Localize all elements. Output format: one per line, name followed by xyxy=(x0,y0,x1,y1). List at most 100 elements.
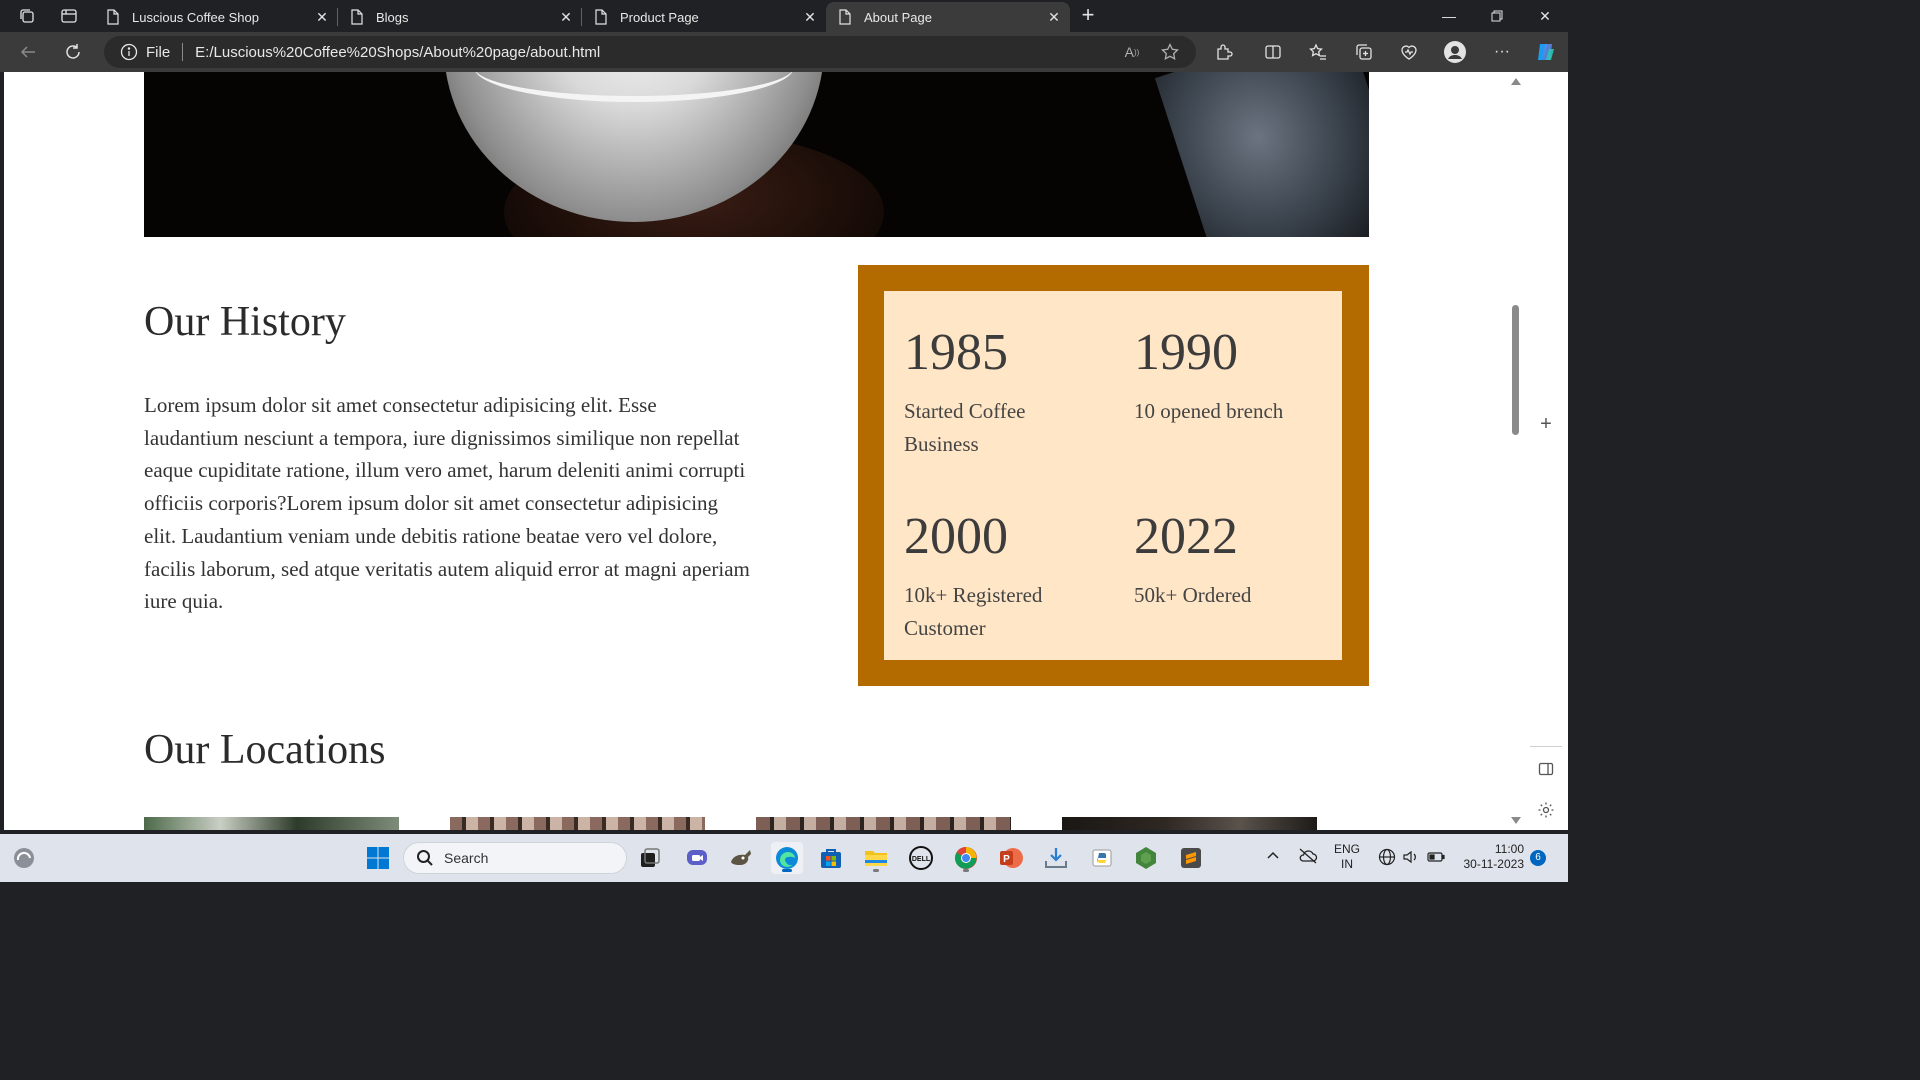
collections-icon[interactable] xyxy=(1352,40,1376,64)
downloads-installer-icon[interactable] xyxy=(1040,842,1072,874)
back-icon[interactable] xyxy=(16,40,40,64)
input-language[interactable]: ENG IN xyxy=(1334,842,1360,872)
settings-more-icon[interactable]: ··· xyxy=(1490,40,1514,64)
scroll-thumb[interactable] xyxy=(1512,305,1519,435)
clock-date: 30-11-2023 xyxy=(1463,857,1525,871)
stat-item: 2022 50k+ Ordered xyxy=(1134,507,1334,612)
address-bar[interactable]: File E:/Luscious%20Coffee%20Shops/About%… xyxy=(104,36,1196,68)
browser-essentials-icon[interactable] xyxy=(1397,40,1421,64)
hero-coffee-image xyxy=(144,72,1369,237)
stat-item: 2000 10k+ Registered Customer xyxy=(904,507,1104,644)
show-hidden-icons-chevron-up-icon[interactable] xyxy=(1266,848,1280,865)
active-indicator xyxy=(782,869,792,872)
url-text[interactable]: E:/Luscious%20Coffee%20Shops/About%20pag… xyxy=(195,44,1120,61)
new-tab-button[interactable]: + xyxy=(1076,4,1100,28)
add-sidebar-app-icon[interactable]: + xyxy=(1534,412,1558,436)
stat-year: 1990 xyxy=(1134,324,1238,381)
volume-speaker-icon[interactable] xyxy=(1402,848,1420,869)
location-image[interactable] xyxy=(144,817,399,830)
edge-browser-icon[interactable] xyxy=(771,842,803,874)
browser-toolbar: File E:/Luscious%20Coffee%20Shops/About%… xyxy=(0,32,1568,72)
copilot-icon[interactable] xyxy=(1534,40,1558,64)
gimp-icon[interactable] xyxy=(725,842,757,874)
close-tab-icon[interactable]: ✕ xyxy=(554,5,578,29)
powerpoint-icon[interactable]: P xyxy=(995,842,1027,874)
page-viewport: Our History Lorem ipsum dolor sit amet c… xyxy=(4,72,1524,830)
close-tab-icon[interactable]: ✕ xyxy=(798,5,822,29)
page-scrollbar[interactable] xyxy=(1508,72,1524,830)
clock[interactable]: 11:00 30-11-2023 xyxy=(1456,842,1525,872)
svg-text:DELL: DELL xyxy=(912,856,931,863)
hide-sidebar-icon[interactable] xyxy=(1534,757,1558,781)
teams-chat-icon[interactable] xyxy=(681,842,713,874)
widgets-icon[interactable] xyxy=(8,842,40,874)
running-indicator xyxy=(963,869,969,872)
info-icon[interactable] xyxy=(120,43,138,61)
battery-icon[interactable] xyxy=(1426,848,1446,869)
stat-label: Started Coffee Business xyxy=(904,399,1026,456)
history-paragraph: Lorem ipsum dolor sit amet consectetur a… xyxy=(144,393,750,614)
page-icon xyxy=(351,9,363,25)
clock-time: 11:00 xyxy=(1494,842,1524,856)
tab-strip: Luscious Coffee Shop ✕ Blogs ✕ Product P… xyxy=(0,0,1568,32)
tab-actions-icon[interactable] xyxy=(56,4,82,28)
page-icon xyxy=(107,9,119,25)
windows-taskbar: Search DELL P ENG IN 11:00 30-11-2023 6 xyxy=(0,834,1568,882)
notification-badge[interactable]: 6 xyxy=(1530,850,1546,866)
tab-blogs[interactable]: Blogs ✕ xyxy=(338,2,582,32)
scroll-up-arrow[interactable] xyxy=(1511,78,1521,85)
stat-label: 10k+ Registered Customer xyxy=(904,583,1043,640)
language-code: ENG xyxy=(1334,842,1361,856)
minimize-icon[interactable]: — xyxy=(1436,4,1462,28)
stats-grid: 1985 Started Coffee Business 1990 10 ope… xyxy=(884,291,1342,660)
microsoft-store-icon[interactable] xyxy=(815,842,847,874)
workspaces-icon[interactable] xyxy=(14,4,40,28)
history-heading: Our History xyxy=(144,299,346,345)
location-image[interactable] xyxy=(1062,817,1317,830)
tab-title: About Page xyxy=(864,9,932,25)
python-icon[interactable] xyxy=(1086,842,1118,874)
nodejs-icon[interactable] xyxy=(1130,842,1162,874)
task-view-icon[interactable] xyxy=(634,842,666,874)
stat-year: 1985 xyxy=(904,324,1008,381)
chrome-icon[interactable] xyxy=(950,842,982,874)
favorites-icon[interactable] xyxy=(1306,40,1330,64)
tab-title: Product Page xyxy=(620,9,699,25)
tab-about-page[interactable]: About Page ✕ xyxy=(826,2,1070,32)
stat-year: 2000 xyxy=(904,508,1008,565)
scroll-down-arrow[interactable] xyxy=(1511,817,1521,824)
region-code: IN xyxy=(1341,857,1353,871)
taskbar-search[interactable]: Search xyxy=(403,842,627,874)
location-image[interactable] xyxy=(450,817,705,830)
page-icon xyxy=(595,9,607,25)
dell-icon[interactable]: DELL xyxy=(905,842,937,874)
close-tab-icon[interactable]: ✕ xyxy=(1042,5,1066,29)
svg-text:P: P xyxy=(1003,854,1010,865)
sublime-text-icon[interactable] xyxy=(1175,842,1207,874)
sidebar-divider xyxy=(1530,746,1562,747)
stat-item: 1990 10 opened brench xyxy=(1134,323,1334,428)
file-explorer-icon[interactable] xyxy=(860,842,892,874)
tab-luscious-coffee-shop[interactable]: Luscious Coffee Shop ✕ xyxy=(94,2,338,32)
favorite-star-icon[interactable] xyxy=(1158,40,1182,64)
split-screen-icon[interactable] xyxy=(1261,40,1285,64)
onedrive-offline-cloud-icon[interactable] xyxy=(1298,848,1318,867)
start-windows-icon[interactable] xyxy=(362,842,394,874)
extensions-icon[interactable] xyxy=(1212,40,1236,64)
tab-title: Luscious Coffee Shop xyxy=(132,9,259,25)
edge-sidebar: + xyxy=(1524,72,1568,830)
close-tab-icon[interactable]: ✕ xyxy=(310,5,334,29)
tab-title: Blogs xyxy=(376,9,409,25)
refresh-icon[interactable] xyxy=(61,40,85,64)
url-scheme: File xyxy=(146,43,171,61)
location-image[interactable] xyxy=(756,817,1011,830)
network-globe-icon[interactable] xyxy=(1378,848,1396,869)
read-aloud-icon[interactable]: A)) xyxy=(1120,40,1144,64)
restore-icon[interactable] xyxy=(1484,4,1510,28)
tab-product-page[interactable]: Product Page ✕ xyxy=(582,2,826,32)
profile-avatar-icon[interactable] xyxy=(1443,40,1467,64)
close-window-icon[interactable]: ✕ xyxy=(1532,4,1558,28)
stat-label: 50k+ Ordered xyxy=(1134,583,1252,607)
url-divider xyxy=(182,43,184,61)
sidebar-settings-gear-icon[interactable] xyxy=(1534,798,1558,822)
